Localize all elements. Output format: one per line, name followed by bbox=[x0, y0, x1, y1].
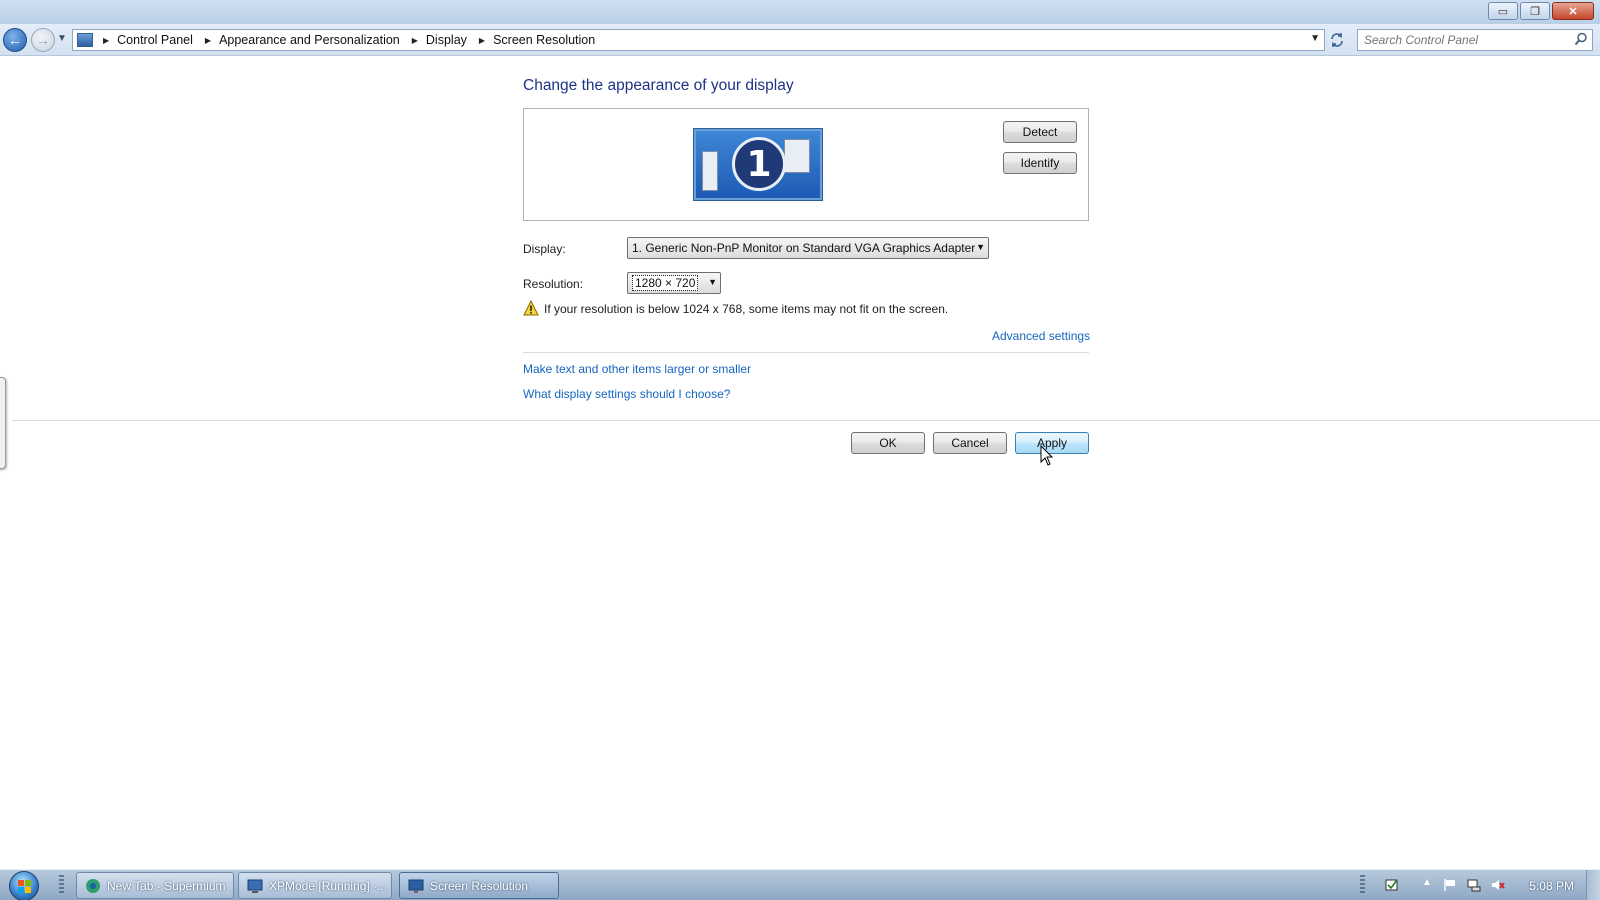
taskbar-item-label: New Tab - Supermium bbox=[107, 878, 226, 893]
text-size-link[interactable]: Make text and other items larger or smal… bbox=[523, 362, 751, 376]
divider bbox=[523, 352, 1089, 353]
taskbar: New Tab - Supermium XPMode [Running] -..… bbox=[0, 869, 1600, 900]
taskbar-grip[interactable] bbox=[59, 875, 64, 895]
monitor-number: 1 bbox=[732, 137, 786, 191]
show-hidden-icons-icon[interactable]: ▲ bbox=[1422, 877, 1436, 891]
caption-buttons: ▭ ❐ ✕ bbox=[1488, 2, 1594, 20]
minimize-icon: ▭ bbox=[1497, 5, 1509, 18]
chevron-down-icon: ▼ bbox=[708, 277, 717, 287]
forward-arrow-icon: → bbox=[36, 32, 50, 48]
cancel-button[interactable]: Cancel bbox=[933, 432, 1007, 454]
taskbar-item-label: Screen Resolution bbox=[430, 878, 529, 893]
restore-button[interactable]: ❐ bbox=[1520, 2, 1550, 20]
action-center-icon[interactable] bbox=[1385, 878, 1399, 892]
volume-muted-icon[interactable] bbox=[1491, 878, 1505, 892]
divider bbox=[12, 420, 1600, 421]
detect-button[interactable]: Detect bbox=[1003, 121, 1077, 143]
window-thumbnail-icon bbox=[784, 139, 810, 173]
chevron-down-icon: ▼ bbox=[57, 33, 67, 44]
restore-icon: ❐ bbox=[1530, 5, 1540, 18]
breadcrumb-screen-resolution[interactable]: Screen Resolution bbox=[493, 33, 595, 47]
supermium-browser-icon bbox=[86, 878, 100, 893]
resolution-warning-text: If your resolution is below 1024 x 768, … bbox=[544, 302, 949, 316]
virtual-machine-icon bbox=[247, 879, 263, 893]
window-title-bar: ▭ ❐ ✕ bbox=[0, 0, 1600, 24]
mouse-cursor-icon bbox=[1040, 445, 1054, 466]
breadcrumb-separator-icon[interactable]: ▶ bbox=[103, 36, 109, 45]
show-desktop-button[interactable] bbox=[1586, 870, 1600, 900]
back-button[interactable]: ← bbox=[3, 28, 27, 52]
page-title: Change the appearance of your display bbox=[523, 77, 794, 94]
control-panel-icon bbox=[77, 33, 93, 47]
display-settings-icon bbox=[408, 879, 424, 893]
display-settings-help-link[interactable]: What display settings should I choose? bbox=[523, 387, 730, 401]
breadcrumb-appearance-and-personalization[interactable]: Appearance and Personalization bbox=[219, 33, 400, 47]
taskbar-item-supermium[interactable]: New Tab - Supermium bbox=[76, 872, 234, 899]
window-thumbnail-icon bbox=[702, 151, 718, 191]
search-input[interactable] bbox=[1358, 30, 1558, 50]
taskbar-item-label: XPMode [Running] -... bbox=[269, 878, 388, 893]
tray-grip[interactable] bbox=[1360, 875, 1365, 895]
breadcrumb-separator-icon[interactable]: ▶ bbox=[412, 36, 418, 45]
network-icon[interactable] bbox=[1467, 878, 1481, 892]
address-bar[interactable]: ▶ Control Panel ▶ Appearance and Persona… bbox=[72, 29, 1325, 51]
warning-icon bbox=[523, 300, 539, 316]
search-icon[interactable] bbox=[1574, 32, 1588, 46]
side-panel-handle[interactable] bbox=[0, 377, 6, 469]
recent-pages-dropdown[interactable]: ▼ bbox=[57, 33, 67, 44]
address-history-dropdown-icon[interactable]: ▼ bbox=[1310, 33, 1320, 44]
resolution-label: Resolution: bbox=[523, 277, 584, 291]
resolution-select[interactable]: 1280 × 720 ▼ bbox=[627, 272, 721, 294]
taskbar-item-screen-resolution[interactable]: Screen Resolution bbox=[399, 872, 559, 899]
display-select-value: 1. Generic Non-PnP Monitor on Standard V… bbox=[632, 241, 976, 255]
identify-button[interactable]: Identify bbox=[1003, 152, 1077, 174]
resolution-select-value: 1280 × 720 bbox=[632, 275, 699, 291]
breadcrumb-display[interactable]: Display bbox=[426, 33, 467, 47]
search-box[interactable] bbox=[1357, 29, 1593, 51]
display-label: Display: bbox=[523, 242, 566, 256]
chevron-down-icon: ▼ bbox=[976, 242, 985, 252]
advanced-settings-link[interactable]: Advanced settings bbox=[992, 329, 1090, 343]
windows-logo-icon bbox=[18, 880, 31, 893]
screen-resolution-panel: Change the appearance of your display 1 … bbox=[0, 57, 1600, 869]
refresh-button[interactable] bbox=[1327, 30, 1347, 50]
monitor-1-preview[interactable]: 1 bbox=[694, 129, 822, 200]
system-clock[interactable]: 5:08 PM bbox=[1529, 879, 1574, 893]
breadcrumb-separator-icon[interactable]: ▶ bbox=[205, 36, 211, 45]
back-arrow-icon: ← bbox=[8, 32, 22, 48]
close-button[interactable]: ✕ bbox=[1552, 2, 1594, 20]
refresh-icon bbox=[1331, 33, 1343, 47]
taskbar-item-xpmode[interactable]: XPMode [Running] -... bbox=[238, 872, 392, 899]
minimize-button[interactable]: ▭ bbox=[1488, 2, 1518, 20]
start-button[interactable] bbox=[9, 871, 39, 900]
forward-button[interactable]: → bbox=[31, 28, 55, 52]
navigation-bar: ← → ▼ ▶ Control Panel ▶ Appearance and P… bbox=[0, 24, 1600, 56]
breadcrumb-separator-icon[interactable]: ▶ bbox=[479, 36, 485, 45]
breadcrumb-control-panel[interactable]: Control Panel bbox=[117, 33, 193, 47]
flag-icon[interactable] bbox=[1443, 878, 1457, 892]
close-icon: ✕ bbox=[1568, 5, 1578, 18]
ok-button[interactable]: OK bbox=[851, 432, 925, 454]
monitor-arrangement-area: 1 Detect Identify bbox=[523, 108, 1089, 221]
display-select[interactable]: 1. Generic Non-PnP Monitor on Standard V… bbox=[627, 237, 989, 259]
